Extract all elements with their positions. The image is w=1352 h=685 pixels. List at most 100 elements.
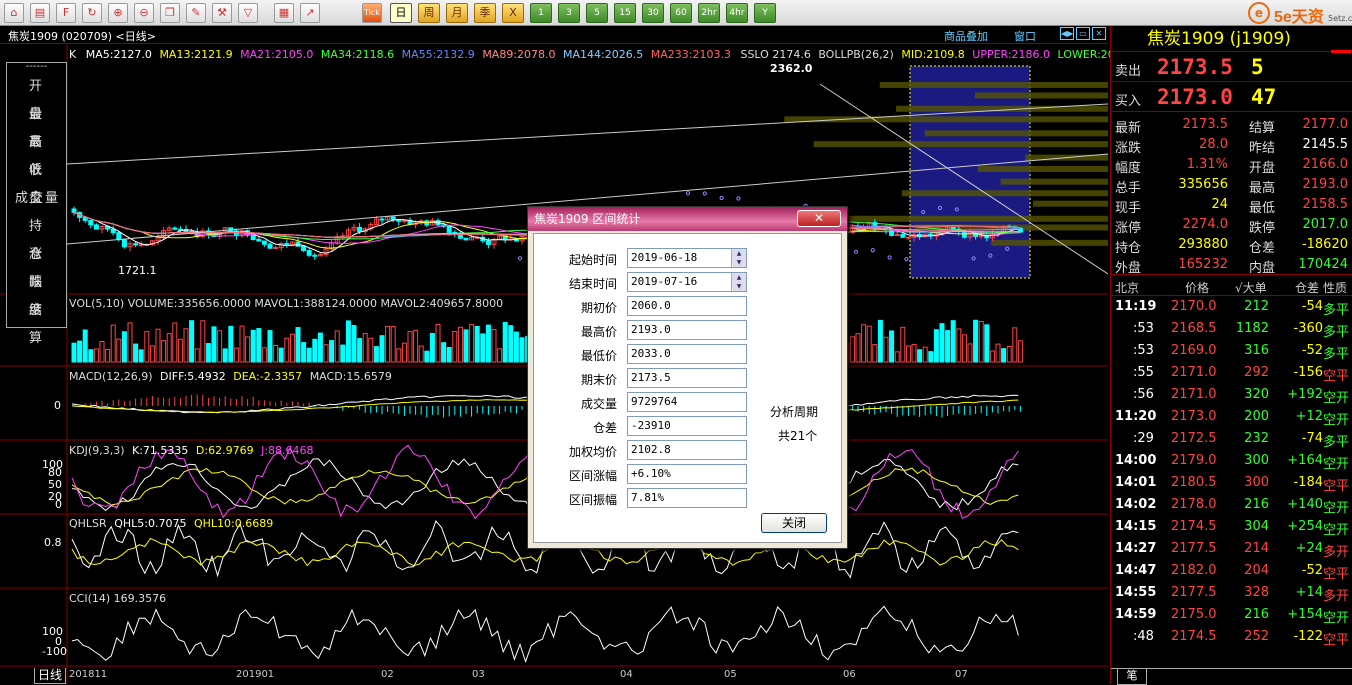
tick-oi: -74 — [1301, 431, 1323, 446]
field-input-2[interactable]: 2060.0 — [627, 296, 747, 316]
tick-oi: -54 — [1301, 299, 1323, 314]
volume-bar — [233, 347, 239, 363]
daily-tab[interactable]: 日线 — [34, 668, 66, 684]
period-button-周[interactable]: 周 — [418, 3, 440, 23]
tick-vol: 316 — [1244, 343, 1269, 358]
qhlsr-name: QHLSR — [69, 517, 107, 530]
period-button-1[interactable]: 1 — [530, 3, 552, 23]
tick-tm: 11:20 — [1115, 409, 1157, 424]
date-spinner-icon[interactable]: ▲ ▼ — [731, 249, 746, 267]
overlay-link[interactable]: 商品叠加 — [944, 28, 988, 44]
zoom-in-icon[interactable]: ⊕ — [108, 3, 128, 23]
period-button-季[interactable]: 季 — [474, 3, 496, 23]
date-spinner-icon[interactable]: ▲ ▼ — [731, 273, 746, 291]
window-link[interactable]: 窗口 — [1014, 28, 1036, 44]
high-mark: 2362.0 — [770, 62, 813, 75]
chart-icon[interactable]: ↗ — [300, 3, 320, 23]
filter-icon[interactable]: ▽ — [238, 3, 258, 23]
field-input-0[interactable]: 2019-06-18 — [627, 248, 747, 268]
volume-bar — [463, 329, 469, 363]
volume-bar — [194, 348, 200, 363]
window-max-button[interactable]: ▭ — [1076, 27, 1090, 40]
menu-item-0[interactable]: 开盘 — [7, 73, 66, 122]
tick-oi: +164 — [1287, 453, 1323, 468]
field-input-5[interactable]: 2173.5 — [627, 368, 747, 388]
tick-tab[interactable]: 笔 — [1117, 669, 1147, 685]
window-left-button[interactable]: ◀▶ — [1060, 27, 1074, 40]
tick-vol: 216 — [1244, 497, 1269, 512]
refresh-icon[interactable]: ↻ — [82, 3, 102, 23]
period-button-15[interactable]: 15 — [614, 3, 636, 23]
volume-bar — [900, 326, 906, 363]
field-row-10: 区间振幅 7.81% — [534, 488, 834, 508]
period-button-Y[interactable]: Y — [754, 3, 776, 23]
tick-row: :56 2171.0 320 +192 空开 — [1111, 384, 1352, 406]
draw-icon[interactable]: ✎ — [186, 3, 206, 23]
home-icon[interactable]: ⌂ — [4, 3, 24, 23]
menu-item-3[interactable]: 收盘 — [7, 157, 66, 206]
stat-v1-4: 24 — [1211, 197, 1228, 212]
period-button-60[interactable]: 60 — [670, 3, 692, 23]
candle-body — [250, 234, 256, 240]
field-input-4[interactable]: 2033.0 — [627, 344, 747, 364]
table-icon[interactable]: ▦ — [274, 3, 294, 23]
tick-button[interactable]: Tick — [362, 3, 382, 23]
ticks-header-price: 价格 — [1185, 281, 1210, 295]
stat-v2-6: -18620 — [1301, 237, 1348, 252]
volume-profile-bar — [924, 130, 1108, 137]
period-button-月[interactable]: 月 — [446, 3, 468, 23]
menu-item-6[interactable]: 涨跌 — [7, 241, 66, 290]
period-button-30[interactable]: 30 — [642, 3, 664, 23]
field-input-3[interactable]: 2193.0 — [627, 320, 747, 340]
volume-bar — [1001, 348, 1007, 363]
tick-pr: 2182.0 — [1171, 563, 1217, 578]
menu-item-2[interactable]: 最低 — [7, 129, 66, 178]
field-input-9[interactable]: +6.10% — [627, 464, 747, 484]
close-button[interactable]: 关闭 — [761, 513, 827, 533]
period-button-2hr[interactable]: 2hr — [698, 3, 720, 23]
tick-ty: 空开 — [1323, 501, 1350, 516]
tick-pr: 2177.5 — [1171, 585, 1217, 600]
menu-item-8[interactable]: 结算 — [7, 297, 66, 346]
f10-icon[interactable]: F — [56, 3, 76, 23]
volume-bar — [418, 345, 424, 363]
quote-footer: 笔 — [1111, 668, 1352, 685]
tick-pr: 2171.0 — [1171, 365, 1217, 380]
menu-item-5[interactable]: 持仓 — [7, 213, 66, 262]
ma233-label: MA233:2103.3 — [650, 48, 731, 61]
sell-row: 卖出 2173.5 5 — [1111, 52, 1352, 82]
period-button-X[interactable]: X — [502, 3, 524, 23]
window-close-button[interactable]: ✕ — [1092, 27, 1106, 40]
volume-bar — [110, 324, 116, 363]
tick-oi: -184 — [1293, 475, 1323, 490]
period-button-日[interactable]: 日 — [390, 3, 412, 23]
menu-item-7[interactable]: 幅度 — [7, 269, 66, 318]
save-icon[interactable]: ▤ — [30, 3, 50, 23]
period-button-5[interactable]: 5 — [586, 3, 608, 23]
ticks-list[interactable]: 11:19 2170.0 212 -54 多平:53 2168.5 1182 -360 多平:5… — [1111, 296, 1352, 648]
menu-item-4[interactable]: 成交量 — [7, 185, 66, 213]
window-icon[interactable]: ❐ — [160, 3, 180, 23]
tick-row: 14:27 2177.5 214 +24 多开 — [1111, 538, 1352, 560]
field-input-1[interactable]: 2019-07-16 — [627, 272, 747, 292]
period-button-3[interactable]: 3 — [558, 3, 580, 23]
stat-v2-7: 170424 — [1298, 257, 1348, 272]
field-input-10[interactable]: 7.81% — [627, 488, 747, 508]
candle-body — [138, 244, 144, 247]
volume-bar — [323, 344, 329, 363]
period-button-4hr[interactable]: 4hr — [726, 3, 748, 23]
cci-label: CCI(14) 169.3576 — [69, 592, 167, 605]
candle-body — [133, 243, 139, 246]
dialog-close-icon[interactable]: ✕ — [797, 210, 841, 227]
tick-oi: +12 — [1295, 409, 1323, 424]
volume-bar — [855, 333, 861, 363]
tools-icon[interactable]: ⚒ — [212, 3, 232, 23]
volume-bar — [161, 340, 167, 363]
tick-oi: -52 — [1301, 343, 1323, 358]
menu-item-1[interactable]: 最高 — [7, 101, 66, 150]
boll-upper-label: UPPER:2186.0 — [972, 48, 1051, 61]
tick-pr: 2174.5 — [1171, 519, 1217, 534]
field-label-2: 期初价 — [580, 301, 617, 315]
zoom-out-icon[interactable]: ⊖ — [134, 3, 154, 23]
field-row-2: 期初价 2060.0 — [534, 296, 834, 316]
